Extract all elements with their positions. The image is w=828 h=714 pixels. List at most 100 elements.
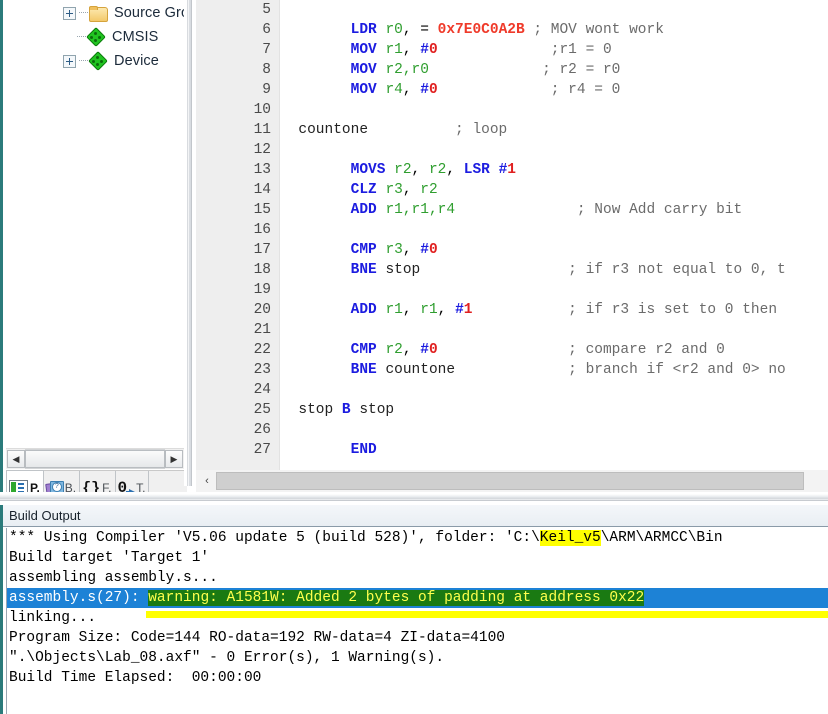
code-token: , <box>446 162 464 178</box>
build-output-segment: Build target 'Target 1' <box>9 550 210 566</box>
project-tree[interactable]: Source Gro CMSIS Device <box>3 0 184 73</box>
build-output-line[interactable]: *** Using Compiler 'V5.06 update 5 (buil… <box>7 528 828 548</box>
editor-scrollbar-thumb[interactable] <box>216 472 804 490</box>
line-number: 17 <box>253 242 271 258</box>
code-line[interactable]: CMP r3, #0 <box>281 240 828 260</box>
keil-uvision-window: Source Gro CMSIS Device ◀ ▶ P.? B.{} F. 0 T. 5… <box>0 0 828 714</box>
scroll-left-arrow-icon[interactable]: ◀ <box>7 450 25 468</box>
code-token: MOV <box>350 62 377 78</box>
code-line[interactable]: LDR r0, = 0x7E0C0A2B ; MOV wont work <box>281 20 828 40</box>
build-output-segment: Program Size: Code=144 RO-data=192 RW-da… <box>9 630 505 646</box>
code-line[interactable] <box>281 100 828 120</box>
build-output-segment: Build Time Elapsed: 00:00:00 <box>9 670 262 686</box>
code-line[interactable] <box>281 280 828 300</box>
build-output-segment: Keil_v5 <box>539 530 601 546</box>
vertical-splitter[interactable] <box>184 0 196 486</box>
code-line[interactable] <box>281 220 828 240</box>
editor-horizontal-scrollbar[interactable]: ‹ <box>196 470 828 492</box>
line-number: 6 <box>262 22 271 38</box>
code-line[interactable]: CLZ r3, r2 <box>281 180 828 200</box>
build-output-text[interactable]: *** Using Compiler 'V5.06 update 5 (buil… <box>6 528 828 714</box>
code-token: ; MOV wont work <box>524 22 664 38</box>
build-output-line[interactable]: Build target 'Target 1' <box>7 548 828 568</box>
code-token: ; Now Add carry bit <box>455 202 743 218</box>
expand-plus-icon[interactable] <box>63 6 76 20</box>
code-token: LDR <box>350 22 377 38</box>
code-token: r1 <box>420 302 438 318</box>
code-token: # <box>420 42 429 58</box>
code-token: , <box>402 342 421 358</box>
line-number: 25 <box>253 402 271 418</box>
sidebar-horizontal-scrollbar[interactable]: ◀ ▶ <box>6 448 184 469</box>
line-number: 20 <box>253 302 271 318</box>
tree-item-device[interactable]: Device <box>3 49 184 73</box>
code-line[interactable]: MOVS r2, r2, LSR #1 <box>281 160 828 180</box>
code-token: # <box>455 302 464 318</box>
code-line[interactable]: BNE countone ; branch if <r2 and 0> no <box>281 360 828 380</box>
editor-scroll-left-arrow-icon[interactable]: ‹ <box>198 472 216 490</box>
code-line[interactable]: CMP r2, #0 ; compare r2 and 0 <box>281 340 828 360</box>
build-output-segment: ".\Objects\Lab_08.axf" - 0 Error(s), 1 W… <box>9 650 445 666</box>
build-output-warning-line[interactable]: assembly.s(27): warning: A1581W: Added 2… <box>7 588 828 608</box>
line-number: 19 <box>253 282 271 298</box>
tree-item-label: Device <box>114 53 159 69</box>
code-line[interactable]: stop B stop <box>281 400 828 420</box>
tree-item-label: Source Gro <box>114 5 184 21</box>
code-editor[interactable]: 5 6 7 8 9 10 11 12 13 14 15 16 17 18 19 20 21 22 23 24 25 26 2… <box>196 0 828 470</box>
code-text-area[interactable]: LDR r0, = 0x7E0C0A2B ; MOV wont work MOV… <box>281 0 828 470</box>
line-number: 18 <box>253 262 271 278</box>
build-output-line[interactable]: Build Time Elapsed: 00:00:00 <box>7 668 828 688</box>
line-number: 22 <box>253 342 271 358</box>
code-line[interactable]: MOV r2,r0 ; r2 = r0 <box>281 60 828 80</box>
code-token: ; r2 = r0 <box>428 62 621 78</box>
tree-connector-line <box>77 36 86 38</box>
build-output-line[interactable]: ".\Objects\Lab_08.axf" - 0 Error(s), 1 W… <box>7 648 828 668</box>
code-token: BNE <box>350 362 377 378</box>
code-line[interactable]: BNE stop ; if r3 not equal to 0, t <box>281 260 828 280</box>
scroll-right-arrow-icon[interactable]: ▶ <box>165 450 183 468</box>
code-line[interactable]: MOV r1, #0 ;r1 = 0 <box>281 40 828 60</box>
line-number: 8 <box>262 62 271 78</box>
code-token: ADD <box>350 202 377 218</box>
code-line[interactable] <box>281 140 828 160</box>
tree-item-cmsis[interactable]: CMSIS <box>3 25 184 49</box>
line-number: 21 <box>253 322 271 338</box>
build-output-segment: assembling assembly.s... <box>9 570 218 586</box>
code-token: r0 <box>385 22 403 38</box>
scrollbar-track[interactable] <box>25 449 165 469</box>
code-token: BNE <box>350 262 377 278</box>
code-line[interactable] <box>281 0 828 20</box>
code-token: countone <box>298 122 369 138</box>
horizontal-splitter[interactable] <box>0 492 828 505</box>
code-line[interactable] <box>281 420 828 440</box>
code-line[interactable] <box>281 320 828 340</box>
line-number: 7 <box>262 42 271 58</box>
code-line[interactable]: ADD r1, r1, #1 ; if r3 is set to 0 then <box>281 300 828 320</box>
build-output-line[interactable]: assembling assembly.s... <box>7 568 828 588</box>
code-line[interactable]: END <box>281 440 828 460</box>
editor-scrollbar-track[interactable] <box>216 472 828 490</box>
scrollbar-thumb[interactable] <box>25 450 165 468</box>
line-number: 5 <box>262 2 271 18</box>
code-line[interactable]: countone ; loop <box>281 120 828 140</box>
code-token: ; r4 = 0 <box>437 82 621 98</box>
build-output-line[interactable]: Program Size: Code=144 RO-data=192 RW-da… <box>7 628 828 648</box>
expand-plus-icon[interactable] <box>63 54 76 68</box>
horizontal-splitter-bar[interactable] <box>0 494 828 501</box>
code-line[interactable] <box>281 380 828 400</box>
code-line[interactable]: MOV r4, #0 ; r4 = 0 <box>281 80 828 100</box>
top-area: Source Gro CMSIS Device ◀ ▶ P.? B.{} F. 0 T. 5… <box>0 0 828 505</box>
code-token: stop <box>298 402 334 418</box>
code-token: MOVS <box>350 162 386 178</box>
tree-item-source-gro[interactable]: Source Gro <box>3 1 184 25</box>
code-line[interactable]: ADD r1,r1,r4 ; Now Add carry bit <box>281 200 828 220</box>
splitter-bar[interactable] <box>187 0 192 486</box>
